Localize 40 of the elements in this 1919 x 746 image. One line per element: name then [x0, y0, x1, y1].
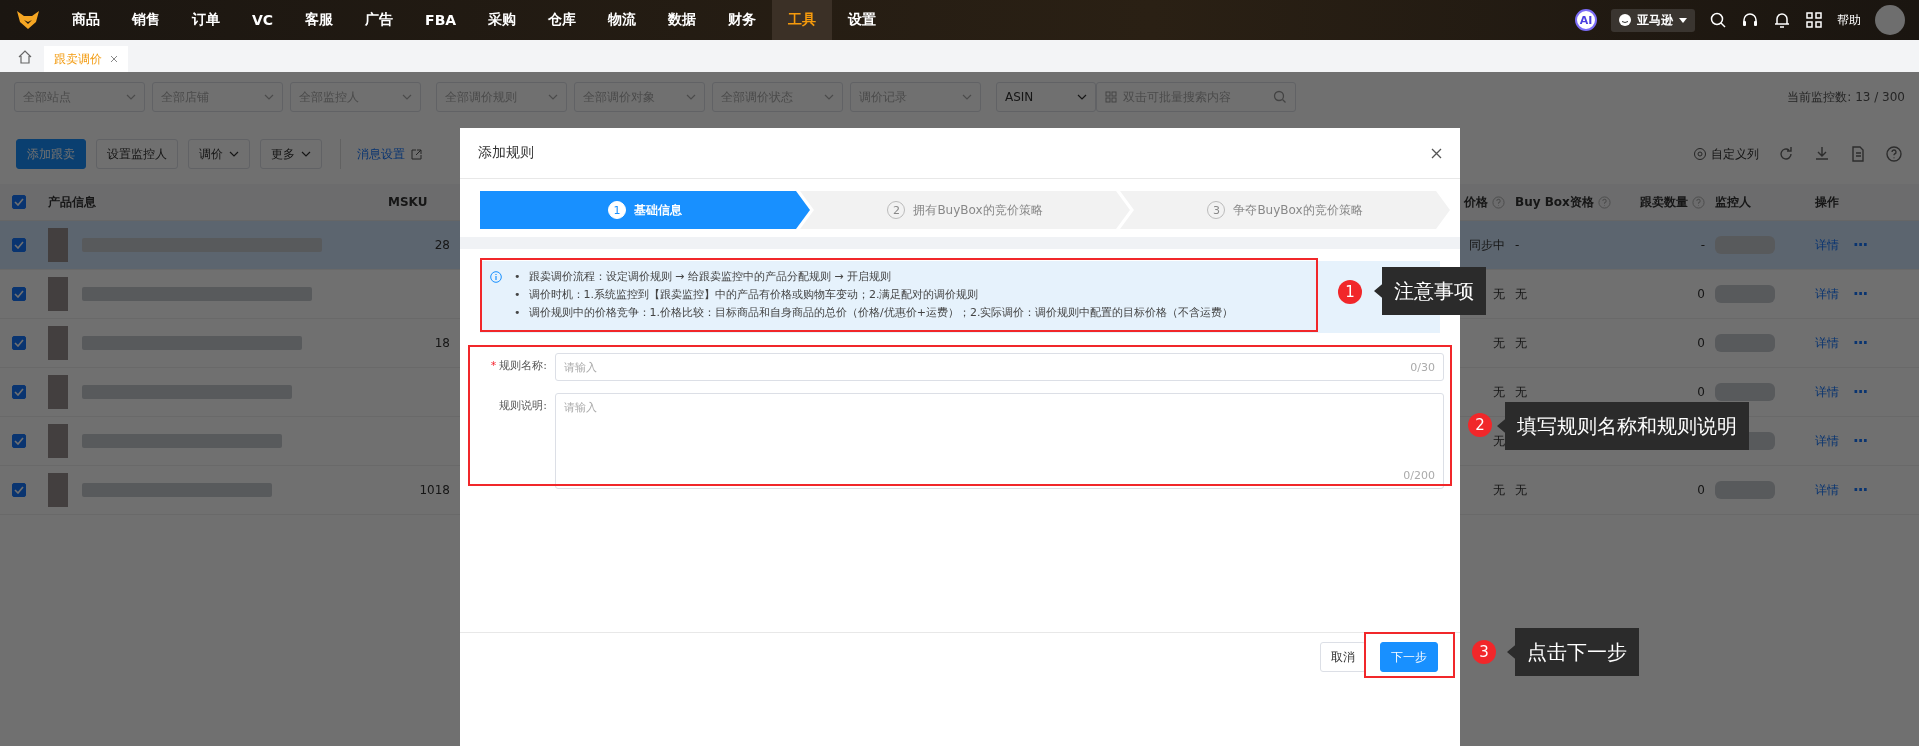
column-header: 操作 [1815, 193, 1839, 211]
field-label: 规则说明: [498, 398, 548, 414]
notice-text: 跟卖调价流程：设定调价规则 → 给跟卖监控中的产品分配规则 → 开启规则 [528, 269, 891, 285]
table-cell: - [1515, 238, 1520, 252]
field-label: * 规则名称: [489, 358, 548, 374]
table-cell-text: 0 [1697, 385, 1706, 399]
column-header: 跟卖数量 [1640, 193, 1715, 211]
column-header: MSKU [388, 195, 428, 209]
table-cell: 无 [1515, 334, 1527, 352]
column-header: Buy Box资格 [1515, 193, 1611, 211]
column-header: 价格 [1464, 193, 1515, 211]
table-cell-text: 0 [1697, 336, 1706, 350]
table-cell-text: 18 [434, 336, 451, 350]
table-cell-text: 无 [1493, 481, 1506, 499]
table-cell: 无 [1515, 285, 1527, 303]
table-cell-text: 0 [1697, 287, 1706, 301]
table-cell-text: 无 [1493, 285, 1506, 303]
table-cell-text: - [1700, 238, 1706, 252]
notice-text: 调价规则中的价格竞争：1.价格比较：目标商品和自身商品的总价（价格/优惠价+运费）；2.实际调价：调价规则中配置的目标价格（不含运费） [528, 305, 1234, 321]
step-number-badge: 3 [1472, 640, 1496, 664]
bullet-mark: • [514, 305, 521, 321]
table-cell-text: 无 [1493, 383, 1506, 401]
callout-label: 点击下一步 [1507, 628, 1639, 676]
table-cell-text: 同步中 [1469, 236, 1506, 254]
bullet-mark: • [514, 269, 521, 285]
table-cell-text: 0 [1697, 483, 1706, 497]
table-cell-text: 无 [1493, 334, 1506, 352]
table-cell-text: 1018 [419, 483, 451, 497]
column-header: 监控人 [1715, 193, 1751, 211]
table-cell: 无 [1515, 481, 1527, 499]
callout-label: 注意事项 [1374, 267, 1486, 315]
notice-text: 调价时机：1.系统监控到【跟卖监控】中的产品有价格或购物车变动；2.满足配对的调价规则 [528, 287, 979, 303]
step-number-badge: 2 [1468, 413, 1492, 437]
column-header: 产品信息 [48, 193, 96, 211]
table-cell-text: 无 [1493, 432, 1506, 450]
table-cell: 无 [1515, 383, 1527, 401]
table-cell-text: 28 [434, 238, 451, 252]
bullet-mark: • [514, 287, 521, 303]
dialog-title: 添加规则 [478, 144, 534, 162]
monitor-count: 当前监控数: 13 / 300 [1787, 88, 1905, 106]
